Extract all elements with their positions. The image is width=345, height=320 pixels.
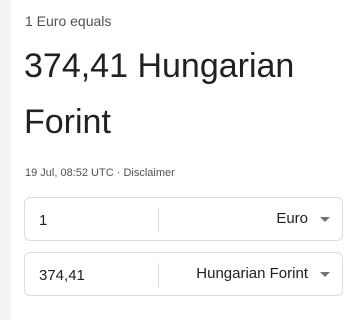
meta-separator: · bbox=[116, 167, 121, 179]
conversion-result: 374,41 Hungarian Forint bbox=[24, 38, 334, 150]
field-divider bbox=[158, 263, 159, 287]
from-currency-row: Euro bbox=[24, 197, 343, 242]
to-currency-select[interactable]: Hungarian Forint bbox=[162, 253, 342, 295]
to-amount-input[interactable] bbox=[25, 253, 161, 297]
rate-meta: 19 Jul, 08:52 UTC · Disclaimer bbox=[25, 167, 175, 179]
currency-converter-card: 1 Euro equals 374,41 Hungarian Forint 19… bbox=[11, 0, 345, 320]
rate-timestamp: 19 Jul, 08:52 UTC bbox=[25, 167, 114, 179]
field-divider bbox=[158, 208, 159, 232]
chevron-down-icon bbox=[320, 217, 330, 222]
chevron-down-icon bbox=[320, 272, 330, 277]
from-currency-label: Euro bbox=[276, 210, 308, 227]
to-currency-row: Hungarian Forint bbox=[24, 252, 343, 297]
disclaimer-link[interactable]: Disclaimer bbox=[123, 167, 174, 179]
from-amount-input[interactable] bbox=[25, 198, 161, 242]
from-currency-select[interactable]: Euro bbox=[162, 198, 342, 240]
result-value: 374,41 bbox=[24, 47, 128, 85]
conversion-subtitle: 1 Euro equals bbox=[25, 13, 112, 29]
to-currency-label: Hungarian Forint bbox=[196, 265, 308, 282]
